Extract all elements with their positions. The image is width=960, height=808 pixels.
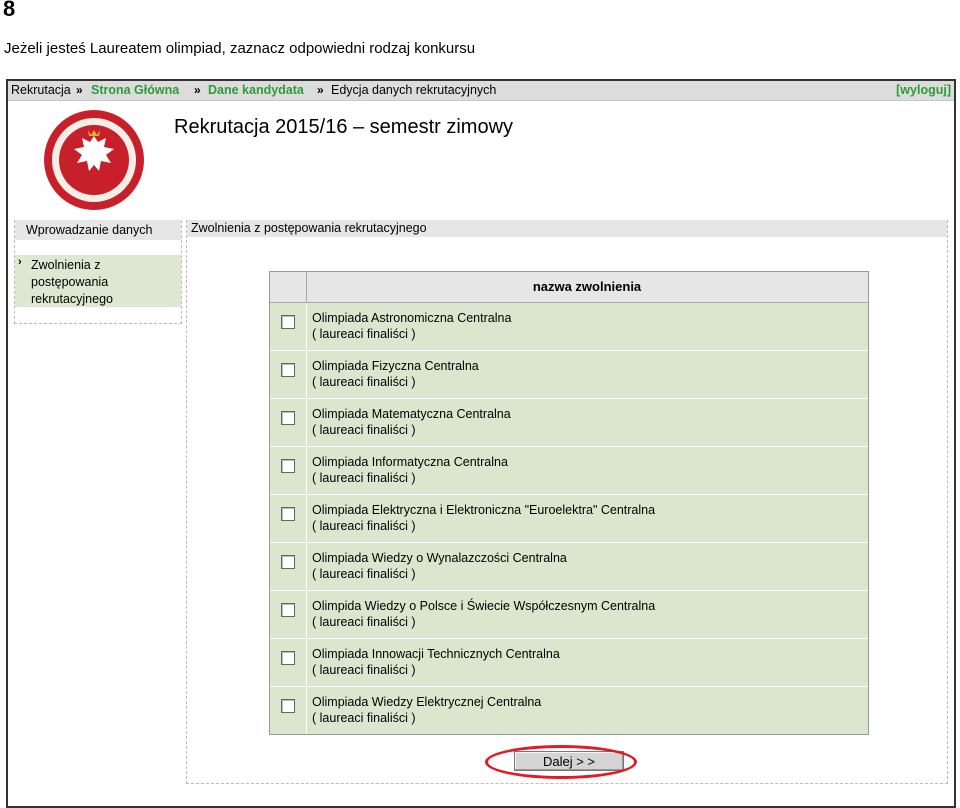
exemption-label: Olimpiada Fizyczna Centralna ( laureaci f… — [312, 358, 479, 390]
exemption-checkbox[interactable] — [281, 651, 295, 665]
browser-content: Rekrutacja » Strona Główna » Dane kandyd… — [6, 79, 956, 808]
exemption-checkbox[interactable] — [281, 507, 295, 521]
breadcrumb-current: Edycja danych rekrutacyjnych — [331, 83, 497, 97]
sidebar-item-label: Zwolnienia z postępowania rekrutacyjnego — [31, 258, 113, 306]
exemption-checkbox[interactable] — [281, 699, 295, 713]
page-number: 8 — [3, 0, 16, 21]
exemption-label: Olimpiada Wiedzy o Wynalazczości Central… — [312, 550, 567, 582]
exemption-label: Olimpiada Astronomiczna Centralna ( laure… — [312, 310, 511, 342]
section-heading-label: Zwolnienia z postępowania rekrutacyjnego — [191, 221, 427, 235]
exemption-name: Olimpiada Wiedzy o Wynalazczości Central… — [312, 551, 567, 565]
table-row: Olimpiada Elektryczna i Elektroniczna "E… — [270, 495, 868, 543]
sidebar-item-exemptions[interactable]: › Zwolnienia z postępowania rekrutacyjne… — [15, 255, 181, 307]
checkbox-column-header — [270, 272, 307, 302]
checkbox-cell — [270, 399, 307, 446]
breadcrumb-link-candidate[interactable]: Dane kandydata — [208, 81, 304, 100]
exemption-sub: ( laureaci finaliści ) — [312, 423, 416, 437]
exemption-name: Olimpiada Wiedzy Elektrycznej Centralna — [312, 695, 542, 709]
exemption-sub: ( laureaci finaliści ) — [312, 711, 416, 725]
exemption-label: Olimpiada Matematyczna Centralna ( laurea… — [312, 406, 511, 438]
exemption-checkbox[interactable] — [281, 459, 295, 473]
university-logo — [44, 110, 144, 210]
exemption-label: Olimpiada Informatyczna Centralna ( laure… — [312, 454, 508, 486]
sidebar: Wprowadzanie danych › Zwolnienia z postę… — [14, 220, 182, 324]
exemption-label: Olimpiada Wiedzy Elektrycznej Centralna (… — [312, 694, 541, 726]
exemption-sub: ( laureaci finaliści ) — [312, 327, 416, 341]
column-header-name: nazwa zwolnienia — [532, 279, 642, 294]
next-button-wrapper: Dalej > > — [514, 751, 624, 771]
exemption-checkbox[interactable] — [281, 411, 295, 425]
exemption-name: Olimpiada Astronomiczna Centralna — [312, 311, 512, 325]
table-row: Olimpida Wiedzy o Polsce i Świecie Współ… — [270, 591, 868, 639]
exemption-name: Olimpiada Fizyczna Centralna — [312, 359, 479, 373]
exemption-checkbox[interactable] — [281, 603, 295, 617]
exemption-checkbox[interactable] — [281, 555, 295, 569]
chevron-right-icon: › — [18, 256, 22, 268]
checkbox-cell — [270, 447, 307, 494]
table-row: Olimpiada Astronomiczna Centralna ( laure… — [270, 303, 868, 351]
table-row: Olimpiada Wiedzy o Wynalazczości Central… — [270, 543, 868, 591]
exemption-name: Olimpiada Informatyczna Centralna — [312, 455, 508, 469]
breadcrumb-separator-icon: » — [76, 83, 83, 97]
section-heading: Zwolnienia z postępowania rekrutacyjnego — [187, 220, 947, 237]
checkbox-cell — [270, 351, 307, 398]
exemption-name: Olimpiada Innowacji Technicznych Central… — [312, 647, 560, 661]
exemption-name: Olimpida Wiedzy o Polsce i Świecie Współ… — [312, 599, 656, 613]
next-button[interactable]: Dalej > > — [514, 751, 624, 771]
breadcrumb-link-home[interactable]: Strona Główna — [91, 81, 179, 100]
main-panel: Zwolnienia z postępowania rekrutacyjnego… — [186, 220, 948, 784]
exemption-checkbox[interactable] — [281, 363, 295, 377]
breadcrumb: Rekrutacja » Strona Główna » Dane kandyd… — [8, 81, 954, 101]
exemption-checkbox[interactable] — [281, 315, 295, 329]
exemption-name: Olimpiada Matematyczna Centralna — [312, 407, 511, 421]
exemptions-table: nazwa zwolnienia Olimpiada Astronomiczna… — [269, 271, 869, 735]
exemption-label: Olimpida Wiedzy o Polsce i Świecie Współ… — [312, 598, 655, 630]
table-row: Olimpiada Matematyczna Centralna ( laurea… — [270, 399, 868, 447]
exemption-label: Olimpiada Innowacji Technicznych Central… — [312, 646, 560, 678]
exemption-sub: ( laureaci finaliści ) — [312, 615, 416, 629]
checkbox-cell — [270, 303, 307, 350]
exemption-sub: ( laureaci finaliści ) — [312, 567, 416, 581]
checkbox-cell — [270, 543, 307, 590]
breadcrumb-rekrutacja: Rekrutacja — [11, 83, 71, 97]
checkbox-cell — [270, 687, 307, 734]
checkbox-cell — [270, 591, 307, 638]
exemption-sub: ( laureaci finaliści ) — [312, 375, 416, 389]
logout-link[interactable]: [wyloguj] — [896, 81, 951, 100]
instruction-text: Jeżeli jesteś Laureatem olimpiad, zaznac… — [4, 40, 476, 57]
checkbox-cell — [270, 639, 307, 686]
breadcrumb-separator-icon: » — [317, 83, 324, 97]
checkbox-cell — [270, 495, 307, 542]
exemption-label: Olimpiada Elektryczna i Elektroniczna "E… — [312, 502, 655, 534]
table-row: Olimpiada Informatyczna Centralna ( laure… — [270, 447, 868, 495]
table-row: Olimpiada Fizyczna Centralna ( laureaci f… — [270, 351, 868, 399]
exemption-name: Olimpiada Elektryczna i Elektroniczna "E… — [312, 503, 656, 517]
breadcrumb-separator-icon: » — [194, 83, 201, 97]
exemption-sub: ( laureaci finaliści ) — [312, 663, 416, 677]
sidebar-heading-label: Wprowadzanie danych — [26, 223, 153, 237]
exemption-sub: ( laureaci finaliści ) — [312, 471, 416, 485]
table-row: Olimpiada Innowacji Technicznych Central… — [270, 639, 868, 687]
table-header: nazwa zwolnienia — [270, 272, 868, 303]
table-row: Olimpiada Wiedzy Elektrycznej Centralna (… — [270, 687, 868, 734]
exemption-sub: ( laureaci finaliści ) — [312, 519, 416, 533]
sidebar-heading: Wprowadzanie danych — [15, 220, 181, 240]
page-title: Rekrutacja 2015/16 – semestr zimowy — [174, 116, 514, 138]
